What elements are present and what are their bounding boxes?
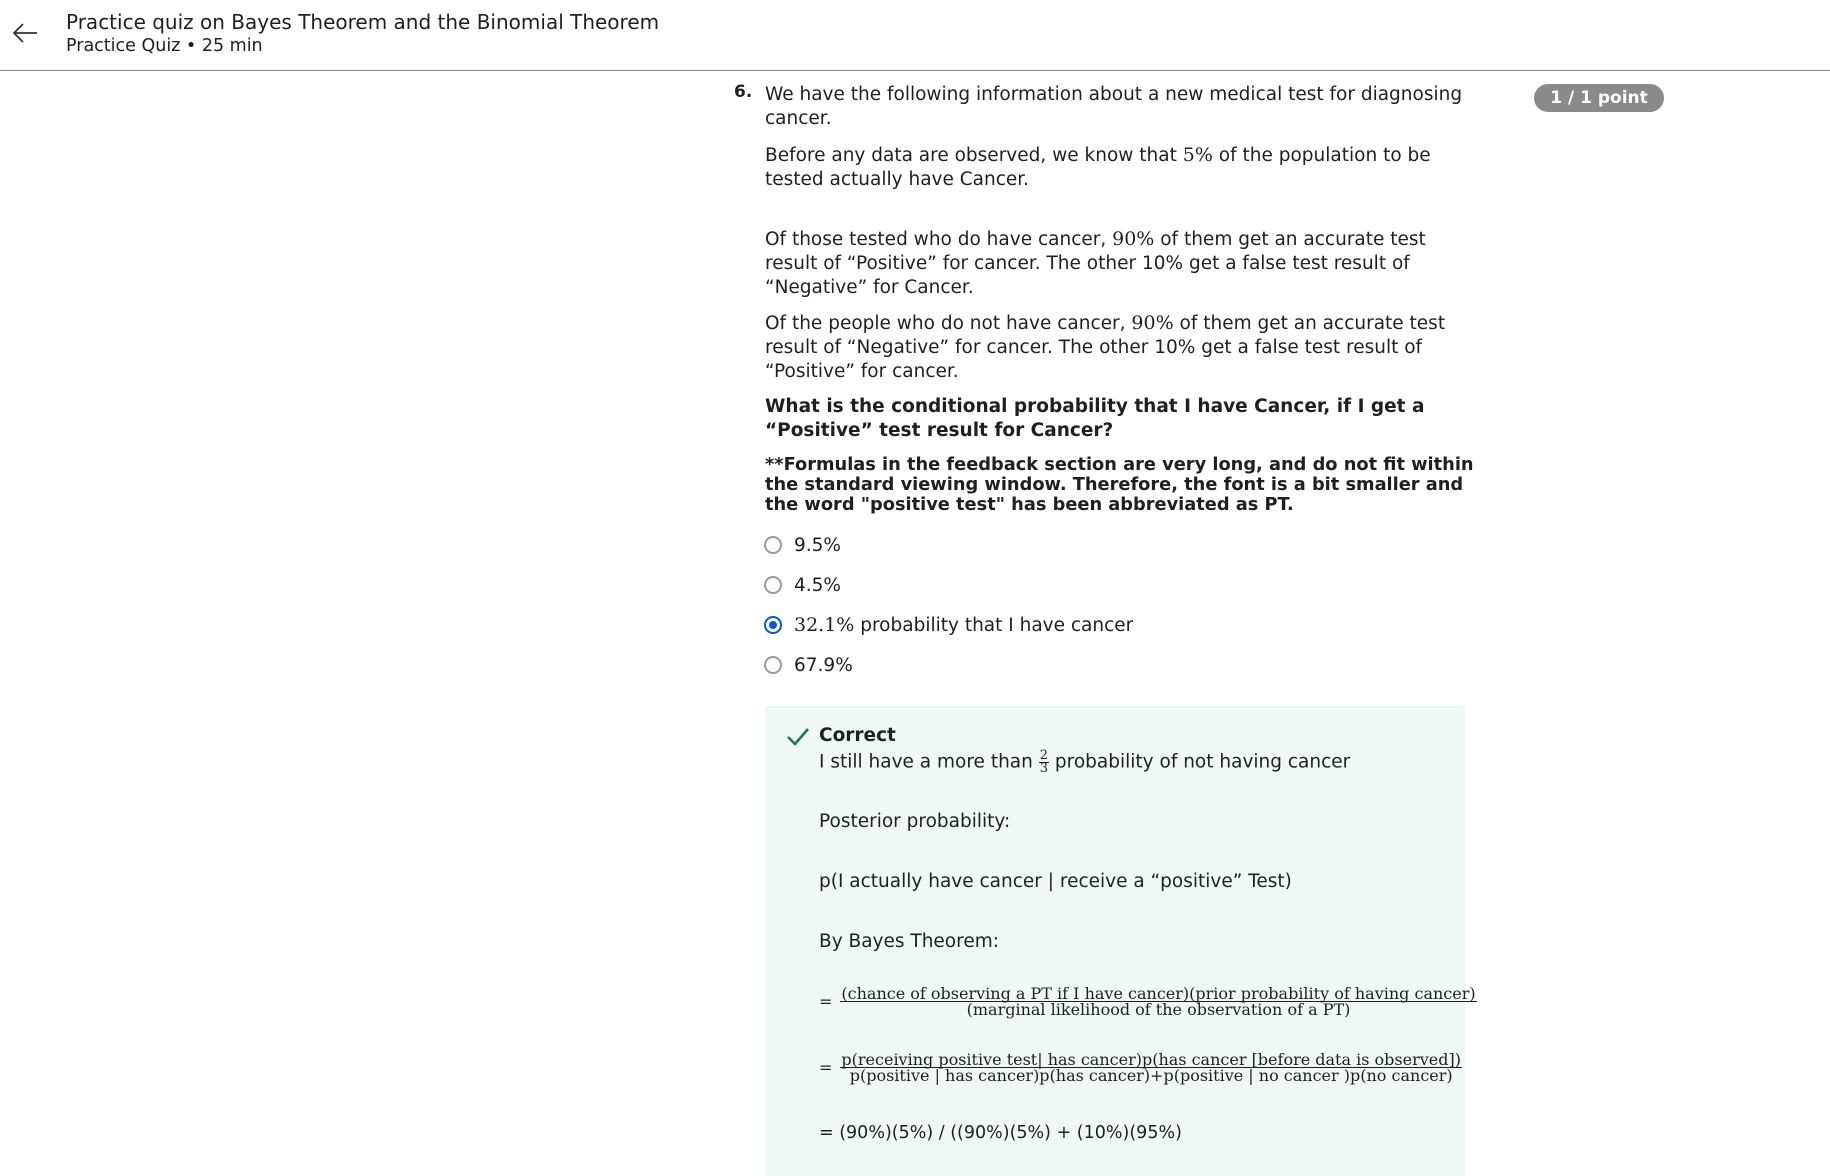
feedback-status: Correct xyxy=(819,725,896,746)
radio-button[interactable] xyxy=(764,536,782,554)
posterior-expression: p(I actually have cancer | receive a “po… xyxy=(819,871,1292,892)
option-label: 4.5% xyxy=(794,574,841,596)
top-bar: Practice quiz on Bayes Theorem and the B… xyxy=(0,0,1830,71)
fraction: (chance of observing a PT if I have canc… xyxy=(840,986,1477,1019)
back-arrow-icon[interactable] xyxy=(10,18,40,48)
formula-3: = (90%)(5%) / ((90%)(5%) + (10%)(95%) xyxy=(819,1123,1182,1143)
question-number: 6. xyxy=(734,82,753,102)
answer-option-3[interactable]: 32.1% probability that I have cancer xyxy=(764,612,1133,638)
radio-button-selected[interactable] xyxy=(764,616,782,634)
equals-sign: = xyxy=(819,1058,833,1077)
fraction-denominator: 3 xyxy=(1039,761,1049,776)
fraction-denominator: (marginal likelihood of the observation … xyxy=(966,1000,1351,1019)
option-label: 32.1% probability that I have cancer xyxy=(794,614,1133,636)
question-intro: We have the following information about … xyxy=(765,84,1463,129)
question-paragraph-3: Of the people who do not have cancer, 90… xyxy=(765,311,1477,384)
answer-option-2[interactable]: 4.5% xyxy=(764,572,841,598)
text: Of those tested who do have cancer, xyxy=(765,229,1113,250)
answer-option-1[interactable]: 9.5% xyxy=(764,532,841,558)
radio-button[interactable] xyxy=(764,576,782,594)
quiz-subtitle: Practice Quiz • 25 min xyxy=(66,36,263,56)
math-value: 5% xyxy=(1182,144,1213,166)
text: I still have a more than xyxy=(819,751,1039,773)
bayes-label: By Bayes Theorem: xyxy=(819,931,999,952)
fraction-denominator: p(positive | has cancer)p(has cancer)+p(… xyxy=(849,1066,1453,1085)
text: probability of not having cancer xyxy=(1049,751,1351,773)
formula-note: **Formulas in the feedback section are v… xyxy=(765,454,1474,515)
text: Of the people who do not have cancer, xyxy=(765,313,1132,334)
fraction: 23 xyxy=(1038,749,1050,776)
math-value: 90% xyxy=(1131,312,1174,334)
text: probability that I have cancer xyxy=(854,615,1134,636)
text: Before any data are observed, we know th… xyxy=(765,145,1183,166)
option-label: 67.9% xyxy=(794,654,853,676)
question-paragraph-1: Before any data are observed, we know th… xyxy=(765,143,1477,192)
posterior-label: Posterior probability: xyxy=(819,811,1011,832)
equals-sign: = xyxy=(819,992,833,1011)
radio-button[interactable] xyxy=(764,656,782,674)
formula-1: = (chance of observing a PT if I have can… xyxy=(819,986,1477,1019)
checkmark-icon xyxy=(786,726,810,748)
option-label: 9.5% xyxy=(794,534,841,556)
answer-option-4[interactable]: 67.9% xyxy=(764,652,853,678)
formula-2: = p(receiving positive test| has cancer)p… xyxy=(819,1052,1462,1085)
quiz-title: Practice quiz on Bayes Theorem and the B… xyxy=(66,10,660,34)
feedback-line-1: I still have a more than 23 probability … xyxy=(819,749,1351,776)
question-paragraph-2: Of those tested who do have cancer, 90% … xyxy=(765,227,1477,300)
math-value: 90% xyxy=(1112,228,1155,250)
fraction: p(receiving positive test| has cancer)p(… xyxy=(840,1052,1462,1085)
question-prompt: What is the conditional probability that… xyxy=(765,396,1425,441)
points-badge: 1 / 1 point xyxy=(1534,84,1664,112)
math-value: 32.1% xyxy=(794,614,855,636)
